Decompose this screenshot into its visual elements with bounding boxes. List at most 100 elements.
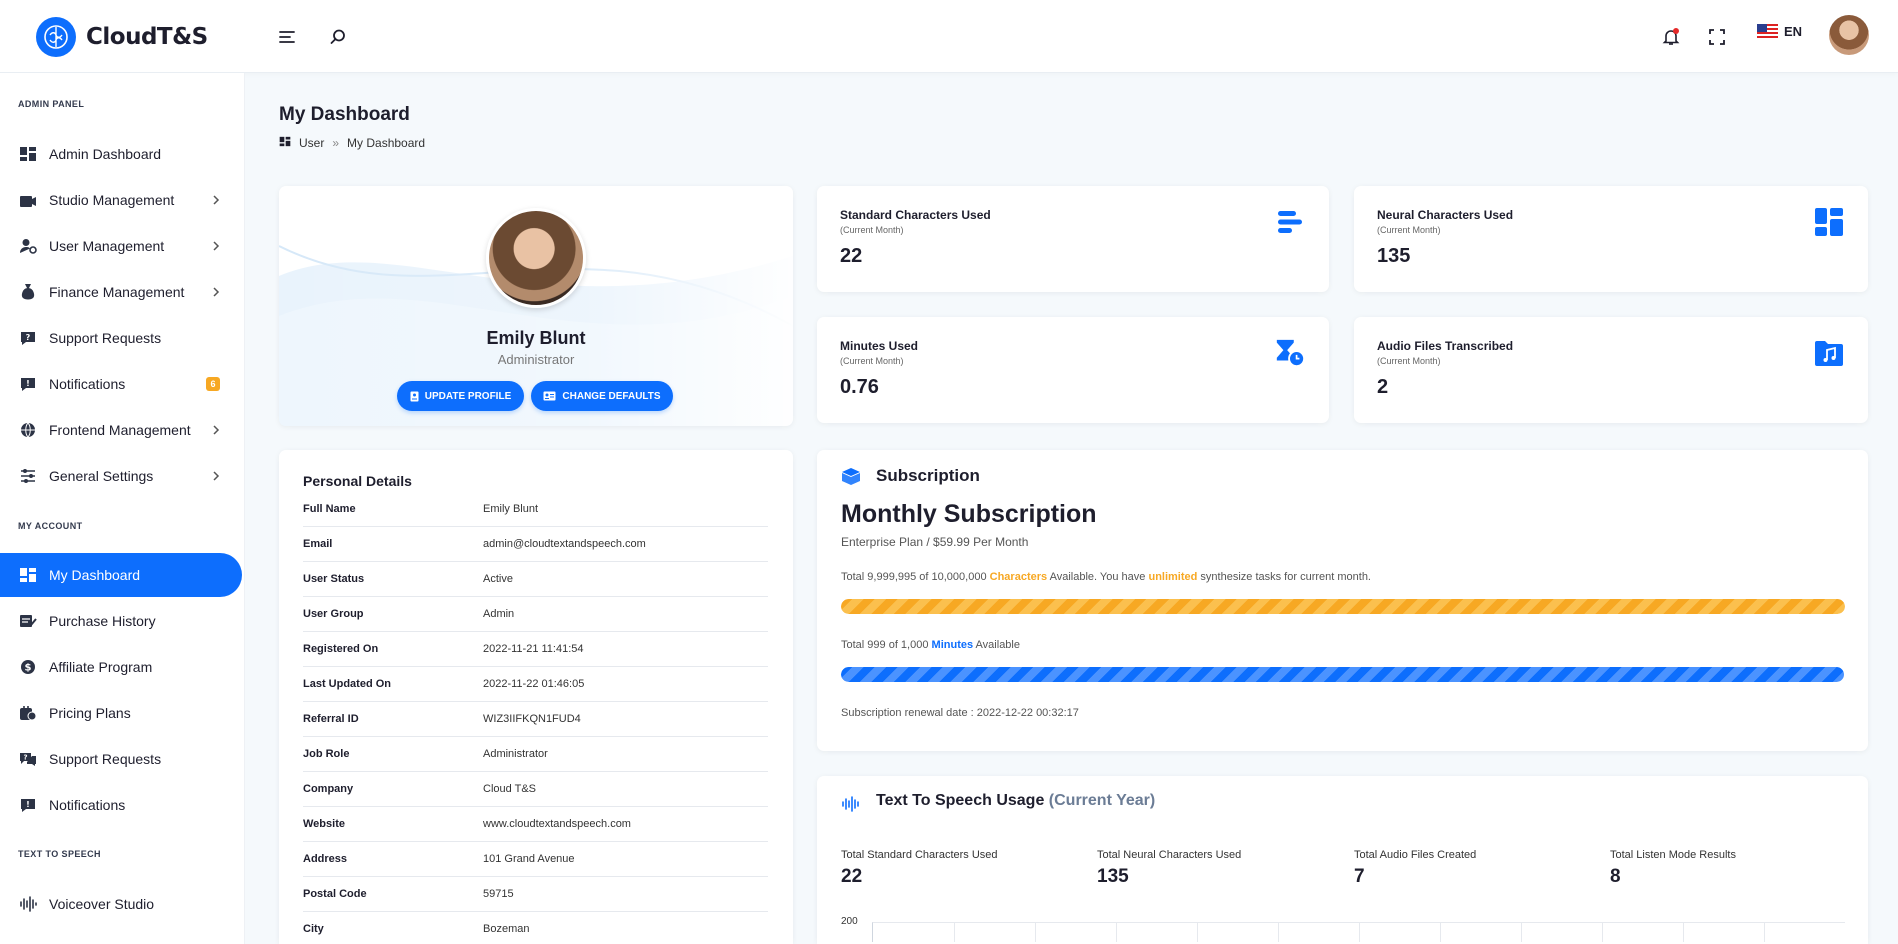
brand[interactable]: CloudT&S — [36, 17, 208, 57]
change-defaults-button[interactable]: CHANGE DEFAULTS — [531, 381, 673, 411]
dollar-circle-icon: $ — [18, 657, 38, 677]
tts-usage-card: Text To Speech Usage (Current Year) Tota… — [817, 776, 1868, 944]
chart-y-tick: 200 — [841, 916, 858, 927]
detail-value: 101 Grand Avenue — [483, 853, 575, 865]
minutes-progress-bar — [841, 667, 1845, 682]
detail-label: User Group — [303, 608, 364, 620]
sidebar-item-finance-management[interactable]: Finance Management — [0, 270, 242, 314]
fullscreen-icon[interactable] — [1702, 22, 1732, 52]
detail-row: Postal Code 59715 — [303, 877, 768, 912]
chevron-right-icon — [212, 193, 220, 209]
detail-row: Registered On 2022-11-21 11:41:54 — [303, 632, 768, 667]
dashboard-icon — [18, 144, 38, 164]
sidebar-item-purchase-history[interactable]: Purchase History — [0, 599, 242, 643]
tts-stat-neural: Total Neural Characters Used 135 — [1097, 849, 1242, 887]
update-profile-button[interactable]: UPDATE PROFILE — [397, 381, 524, 411]
detail-label: Last Updated On — [303, 678, 392, 690]
sidebar-item-support-requests[interactable]: ? Support Requests — [0, 316, 242, 360]
sidebar-item-pricing-plans[interactable]: Pricing Plans — [0, 691, 242, 735]
profile-avatar — [486, 208, 586, 308]
alert-bubble-icon: ! — [18, 374, 38, 394]
breadcrumb-current: My Dashboard — [347, 136, 426, 150]
stat-card-standard-characters: Standard Characters Used (Current Month)… — [817, 186, 1329, 292]
detail-row: Website www.cloudtextandspeech.com — [303, 807, 768, 842]
money-bag-icon — [18, 282, 38, 302]
svg-text:?: ? — [26, 333, 31, 342]
top-header: CloudT&S EN — [0, 0, 1898, 73]
sidebar-item-general-settings[interactable]: General Settings — [0, 454, 242, 498]
detail-value: 2022-11-21 11:41:54 — [483, 643, 584, 655]
detail-row: Email admin@cloudtextandspeech.com — [303, 527, 768, 562]
detail-label: Company — [303, 783, 354, 795]
stat-card-audio-files-transcribed: Audio Files Transcribed (Current Month) … — [1354, 317, 1868, 423]
sidebar-item-voiceover-studio[interactable]: Voiceover Studio — [0, 882, 242, 926]
grid-icon — [1813, 206, 1845, 238]
sidebar-item-admin-dashboard[interactable]: Admin Dashboard — [0, 132, 242, 176]
bell-icon[interactable] — [1656, 22, 1686, 52]
subscription-title: Subscription — [876, 466, 980, 485]
question-bubble-icon: ? — [18, 749, 38, 769]
detail-row: User Status Active — [303, 562, 768, 597]
stat-value: 135 — [1377, 245, 1411, 267]
detail-row: Referral ID WIZ3IIFKQN1FUD4 — [303, 702, 768, 737]
detail-label: Referral ID — [303, 713, 359, 725]
tts-stat-audio-files: Total Audio Files Created 7 — [1354, 849, 1477, 887]
detail-row: Last Updated On 2022-11-22 01:46:05 — [303, 667, 768, 702]
tts-stat-listen-mode: Total Listen Mode Results 8 — [1610, 849, 1736, 887]
tts-usage-title: Text To Speech Usage (Current Year) — [876, 792, 1156, 809]
pricing-icon — [18, 703, 38, 723]
profile-name: Emily Blunt — [486, 328, 586, 348]
detail-value: www.cloudtextandspeech.com — [483, 818, 631, 830]
characters-availability: Total 9,999,995 of 10,000,000 Characters… — [841, 571, 1371, 583]
detail-value: Admin — [483, 608, 515, 620]
sidebar-heading-tts: TEXT TO SPEECH — [18, 849, 101, 859]
detail-row: City Bozeman — [303, 912, 768, 944]
chart-gridline — [1278, 923, 1279, 942]
breadcrumb-user[interactable]: User — [299, 136, 324, 150]
detail-row: Job Role Administrator — [303, 737, 768, 772]
sliders-icon — [18, 466, 38, 486]
hourglass-clock-icon — [1274, 337, 1306, 369]
personal-details-title: Personal Details — [303, 473, 412, 489]
dashboard-icon — [279, 136, 291, 150]
svg-text:!: ! — [26, 379, 30, 388]
detail-label: Postal Code — [303, 888, 367, 900]
brand-name: CloudT&S — [86, 24, 208, 50]
renewal-date: Subscription renewal date : 2022-12-22 0… — [841, 707, 1079, 719]
detail-label: User Status — [303, 573, 365, 585]
sidebar-item-support-requests-account[interactable]: ? Support Requests — [0, 737, 242, 781]
music-folder-icon — [1813, 337, 1845, 369]
stat-value: 0.76 — [840, 376, 879, 398]
profile-card: Emily Blunt Administrator UPDATE PROFILE… — [279, 186, 793, 426]
chart-gridline — [954, 923, 955, 942]
notifications-badge: 6 — [206, 377, 220, 391]
minutes-progress-fill — [841, 667, 1844, 682]
chevron-right-icon — [212, 239, 220, 255]
sidebar-item-affiliate-program[interactable]: $ Affiliate Program — [0, 645, 242, 689]
chart-gridline — [1197, 923, 1198, 942]
detail-label: Job Role — [303, 748, 350, 760]
chart-gridline — [1521, 923, 1522, 942]
user-avatar[interactable] — [1829, 15, 1869, 55]
sidebar-item-studio-management[interactable]: Studio Management — [0, 178, 242, 222]
menu-toggle-icon[interactable] — [272, 22, 302, 52]
detail-value: Active — [483, 573, 513, 585]
sidebar-item-my-dashboard[interactable]: My Dashboard — [0, 553, 242, 597]
detail-label: City — [303, 923, 324, 935]
detail-value: Emily Blunt — [483, 503, 539, 515]
sidebar-item-notifications[interactable]: ! Notifications 6 — [0, 362, 242, 406]
detail-label: Registered On — [303, 643, 379, 655]
language-selector[interactable]: EN — [1757, 24, 1802, 39]
search-icon[interactable] — [323, 22, 353, 52]
detail-label: Website — [303, 818, 345, 830]
detail-row: User Group Admin — [303, 597, 768, 632]
chevron-right-icon — [212, 423, 220, 439]
sidebar-item-frontend-management[interactable]: Frontend Management — [0, 408, 242, 452]
sidebar-item-notifications-account[interactable]: ! Notifications — [0, 783, 242, 827]
detail-value: 59715 — [483, 888, 514, 900]
chart-gridline — [1035, 923, 1036, 942]
subscription-card: Subscription Monthly Subscription Enterp… — [817, 450, 1868, 751]
sidebar-item-user-management[interactable]: User Management — [0, 224, 242, 268]
purchase-icon — [18, 611, 38, 631]
detail-value: Administrator — [483, 748, 548, 760]
